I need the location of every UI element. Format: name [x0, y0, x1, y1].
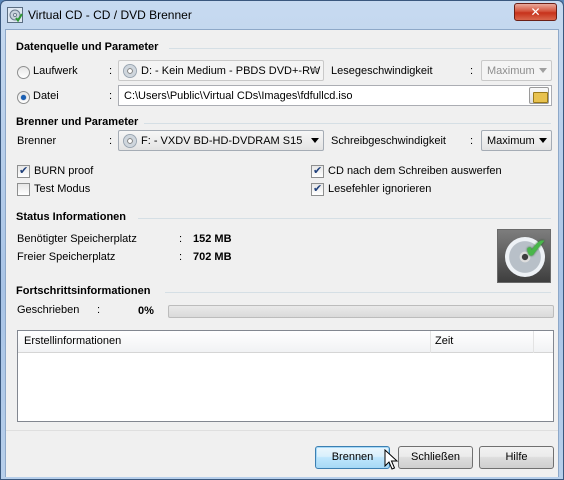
colon: :	[109, 65, 113, 77]
button-bar: Brennen Schließen Hilfe	[6, 430, 558, 477]
written-label: Geschrieben	[17, 304, 80, 316]
close-window-button[interactable]: ✕	[514, 3, 557, 21]
cd-status-icon: ✔	[497, 229, 551, 283]
colon: :	[109, 90, 113, 102]
column-separator[interactable]	[430, 331, 431, 353]
file-radio[interactable]	[17, 91, 30, 104]
help-button[interactable]: Hilfe	[479, 446, 554, 469]
divider	[138, 218, 551, 219]
drive-select[interactable]: D: - Kein Medium - PBDS DVD+-RW	[118, 60, 324, 81]
drive-select-value: D: - Kein Medium - PBDS DVD+-RW	[141, 65, 321, 77]
disc-icon	[123, 64, 137, 78]
colon: :	[179, 233, 183, 245]
source-group-title: Datenquelle und Parameter	[16, 41, 159, 53]
drive-radio[interactable]	[17, 66, 30, 79]
checkmark-icon: ✔	[524, 232, 548, 265]
divider	[144, 123, 551, 124]
status-group-title: Status Informationen	[16, 211, 127, 223]
chevron-down-icon	[539, 68, 547, 73]
burner-select-value: F: - VXDV BD-HD-DVDRAM S15	[141, 135, 303, 147]
burner-group-title: Brenner und Parameter	[16, 116, 139, 128]
read-speed-select[interactable]: Maximum	[481, 60, 552, 81]
burn-proof-label: BURN proof	[34, 165, 94, 177]
dialog-content: Datenquelle und Parameter Laufwerk : D: …	[5, 29, 559, 477]
written-percent: 0%	[138, 305, 154, 317]
progress-group-title: Fortschrittsinformationen	[16, 285, 151, 297]
column-header-info[interactable]: Erstellinformationen	[24, 335, 121, 347]
column-separator[interactable]	[533, 331, 534, 353]
colon: :	[109, 135, 113, 147]
eject-after-write-checkbox[interactable]	[311, 164, 324, 178]
virtual-cd-app-icon	[7, 7, 23, 23]
disc-icon	[123, 134, 137, 148]
burn-button[interactable]: Brennen	[315, 446, 390, 469]
colon: :	[470, 135, 474, 147]
divider	[169, 48, 551, 49]
file-path-value: C:\Users\Public\Virtual CDs\Images\fdful…	[124, 90, 353, 102]
colon: :	[470, 65, 474, 77]
chevron-down-icon	[311, 138, 319, 143]
write-speed-value: Maximum	[487, 135, 535, 147]
mouse-cursor-icon	[384, 449, 399, 470]
drive-label: Laufwerk	[33, 65, 78, 77]
required-space-label: Benötigter Speicherplatz	[17, 233, 137, 245]
test-mode-label: Test Modus	[34, 183, 91, 195]
log-list[interactable]: Erstellinformationen Zeit	[17, 330, 554, 422]
ignore-read-errors-label: Lesefehler ignorieren	[328, 183, 432, 195]
close-button[interactable]: Schließen	[398, 446, 473, 469]
title-bar[interactable]: Virtual CD - CD / DVD Brenner ✕	[1, 1, 563, 29]
ignore-read-errors-checkbox[interactable]	[311, 182, 324, 196]
colon: :	[179, 251, 183, 263]
read-speed-label: Lesegeschwindigkeit	[331, 65, 433, 77]
burner-label: Brenner	[17, 135, 57, 147]
chevron-down-icon	[539, 138, 547, 143]
file-label: Datei	[33, 90, 59, 102]
log-list-header: Erstellinformationen Zeit	[18, 331, 553, 353]
free-space-value: 702 MB	[193, 251, 232, 263]
write-speed-select[interactable]: Maximum	[481, 130, 552, 151]
burn-proof-checkbox[interactable]	[17, 164, 30, 178]
burner-select[interactable]: F: - VXDV BD-HD-DVDRAM S15	[118, 130, 324, 151]
colon: :	[97, 304, 101, 316]
browse-folder-icon[interactable]	[529, 87, 549, 104]
window-title: Virtual CD - CD / DVD Brenner	[28, 8, 192, 22]
write-progress-bar	[168, 305, 554, 318]
file-path-field[interactable]: C:\Users\Public\Virtual CDs\Images\fdful…	[118, 85, 552, 106]
chevron-down-icon	[311, 68, 319, 73]
free-space-label: Freier Speicherplatz	[17, 251, 116, 263]
burner-window: Virtual CD - CD / DVD Brenner ✕ Datenque…	[0, 0, 564, 480]
column-header-time[interactable]: Zeit	[435, 335, 453, 347]
required-space-value: 152 MB	[193, 233, 232, 245]
write-speed-label: Schreibgeschwindigkeit	[331, 135, 446, 147]
eject-after-write-label: CD nach dem Schreiben auswerfen	[328, 165, 502, 177]
test-mode-checkbox[interactable]	[17, 183, 30, 196]
read-speed-value: Maximum	[487, 65, 535, 77]
divider	[165, 292, 551, 293]
